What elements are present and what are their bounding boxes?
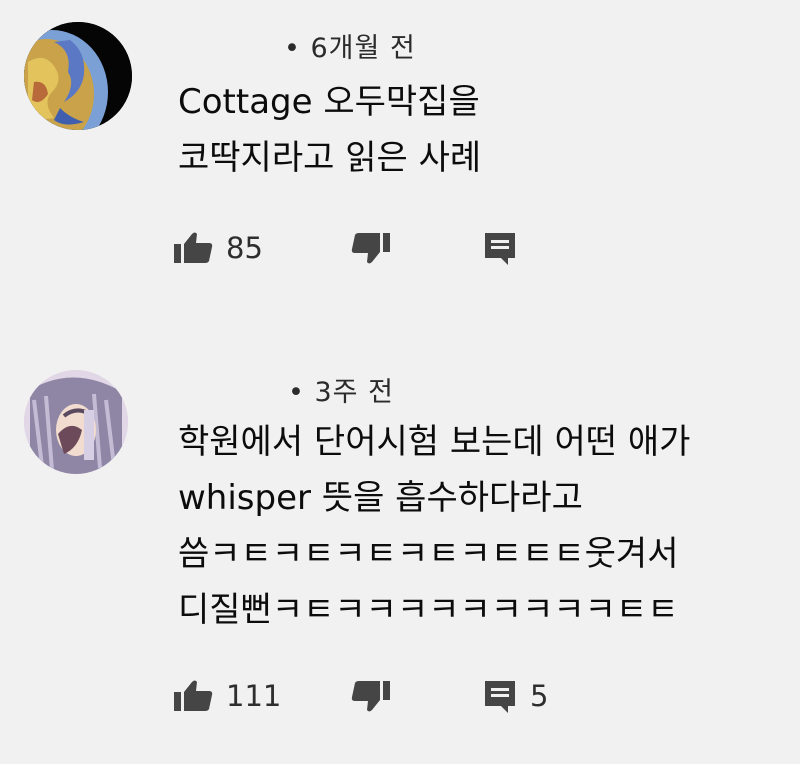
thumbs-up-icon: [174, 680, 213, 711]
comment-text: Cottage 오두막집을 코딱지라고 읽은 사례: [178, 74, 481, 186]
thumbs-down-icon: [351, 233, 390, 264]
thumbs-down-icon: [351, 681, 390, 712]
dislike-button[interactable]: [350, 676, 392, 716]
comment-timestamp: • 6개월 전: [284, 33, 416, 64]
comment: • 6개월 전 Cottage 오두막집을 코딱지라고 읽은 사례 85: [0, 0, 800, 300]
reply-count: 5: [530, 679, 549, 713]
like-button[interactable]: 111: [172, 676, 281, 716]
comment-text: 학원에서 단어시험 보는데 어떤 애가 whisper 뜻을 흡수하다라고 씀ㅋ…: [178, 414, 690, 638]
reply-icon: [485, 681, 515, 713]
comment-line: whisper 뜻을 흡수하다라고: [178, 478, 583, 518]
comment: • 3주 전 학원에서 단어시험 보는데 어떤 애가 whisper 뜻을 흡수…: [0, 340, 800, 760]
anime-avatar-icon: [24, 370, 128, 474]
comment-line: 코딱지라고 읽은 사례: [178, 138, 482, 178]
reply-button[interactable]: [482, 228, 518, 268]
comment-line: Cottage 오두막집을: [178, 82, 480, 122]
comment-line: 디질뻔ㅋㅌㅋㅋㅋㅋㅋㅋㅋㅋㅋㅌㅌ: [178, 590, 679, 630]
comment-actions: 111 5: [172, 676, 592, 716]
globe-avatar-icon: [24, 22, 132, 130]
dislike-button[interactable]: [350, 228, 392, 268]
comment-line: 씀ㅋㅌㅋㅌㅋㅌㅋㅌㅋㅌㅌㅌ웃겨서: [178, 534, 679, 574]
comment-timestamp: • 3주 전: [288, 377, 394, 408]
like-count: 85: [226, 231, 263, 265]
comment-line: 학원에서 단어시험 보는데 어떤 애가: [178, 422, 691, 462]
thumbs-up-icon: [174, 232, 213, 263]
like-button[interactable]: 85: [172, 228, 263, 268]
reply-icon: [485, 233, 515, 265]
like-count: 111: [226, 679, 282, 713]
avatar[interactable]: [24, 370, 128, 474]
avatar[interactable]: [24, 22, 132, 130]
reply-button[interactable]: 5: [482, 676, 548, 716]
comment-actions: 85: [172, 228, 592, 268]
